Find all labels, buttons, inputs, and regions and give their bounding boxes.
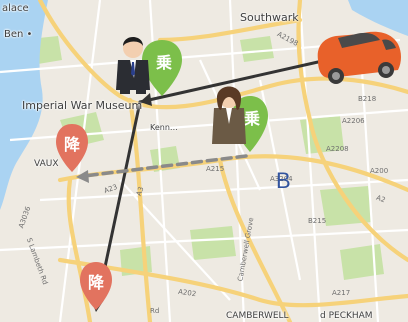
road-label-a200: A200 xyxy=(370,167,389,175)
road-label-a217: A217 xyxy=(332,289,351,297)
dropoff-glyph: 降 xyxy=(88,273,105,292)
dropoff-glyph: 降 xyxy=(64,135,81,154)
road-label-b215: B215 xyxy=(308,217,327,225)
road-label-a2206: A2206 xyxy=(342,117,365,125)
place-label-vauxhall: VAUX xyxy=(34,159,59,169)
place-label-peckham: d PECKHAM xyxy=(320,311,373,321)
pickup-glyph: 乗 xyxy=(156,53,172,72)
road-label-a215: A215 xyxy=(206,165,225,173)
map-canvas[interactable]: 降 降 乗 乗 xyxy=(0,0,408,322)
point-label-b: B xyxy=(276,168,291,193)
road-label-a2208: A2208 xyxy=(326,145,349,153)
pickup-glyph: 乗 xyxy=(244,109,260,128)
place-label-camberwell: CAMBERWELL xyxy=(226,311,289,321)
road-label-b218: B218 xyxy=(358,95,377,103)
place-label-imperial-war-museum: Imperial War Museum xyxy=(22,99,143,112)
road-label-rd: Rd xyxy=(150,307,160,315)
place-label-palace: alace xyxy=(2,3,29,14)
place-label-kennington: Kenn… xyxy=(150,123,178,132)
place-label-southwark: Southwark xyxy=(240,11,299,24)
place-label-ben: Ben • xyxy=(4,29,33,40)
